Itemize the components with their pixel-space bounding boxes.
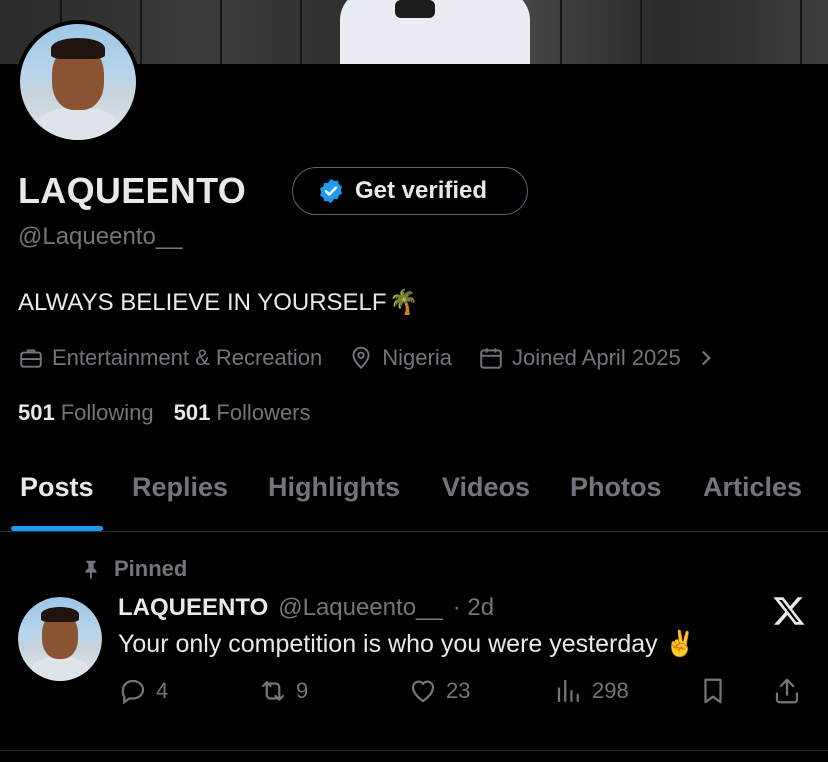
views-icon (557, 679, 579, 703)
following-link[interactable]: 501 Following (18, 400, 154, 426)
profile-bio: ALWAYS BELIEVE IN YOURSELF 🌴 (18, 288, 418, 317)
repost-button[interactable]: 9 (258, 676, 308, 706)
profile-joined[interactable]: Joined April 2025 (478, 345, 681, 371)
profile-handle: @Laqueento__ (18, 223, 183, 250)
repost-icon (261, 681, 285, 701)
chevron-right-icon[interactable] (693, 345, 719, 371)
reply-count: 4 (156, 678, 169, 703)
bio-text: ALWAYS BELIEVE IN YOURSELF (18, 288, 387, 316)
reply-icon (121, 679, 145, 705)
victory-hand-emoji: ✌️ (664, 630, 696, 658)
share-icon (775, 678, 799, 704)
reply-button[interactable]: 4 (118, 676, 168, 706)
post-header: LAQUEENTO @Laqueento__ · 2d (118, 594, 494, 622)
followers-link[interactable]: 501 Followers (174, 400, 311, 426)
profile-avatar[interactable] (16, 20, 140, 144)
post-body: Your only competition is who you were ye… (118, 630, 696, 659)
profile-display-name: LAQUEENTO (18, 170, 247, 211)
location-label: Nigeria (382, 345, 452, 370)
post-actions: 4 9 23 298 (118, 676, 808, 716)
like-button[interactable]: 23 (408, 676, 470, 706)
follow-stats: 501 Following 501 Followers (18, 400, 311, 426)
verified-badge-icon (320, 178, 342, 204)
category-label: Entertainment & Recreation (52, 345, 323, 370)
post-author-avatar[interactable] (18, 597, 102, 681)
location-pin-icon (352, 346, 370, 370)
tab-posts[interactable]: Posts (20, 472, 94, 503)
like-count: 23 (446, 678, 471, 703)
heart-icon (411, 680, 435, 703)
tab-photos[interactable]: Photos (570, 472, 662, 503)
share-button[interactable] (772, 676, 802, 706)
post-text: Your only competition is who you were ye… (118, 630, 658, 658)
repost-count: 9 (296, 678, 309, 703)
profile-meta: Entertainment & Recreation Nigeria Joine… (18, 340, 719, 376)
profile-location: Nigeria (348, 345, 452, 371)
post-divider (0, 750, 828, 751)
get-verified-label: Get verified (355, 177, 488, 204)
pin-icon (85, 560, 97, 580)
views-button[interactable]: 298 (554, 676, 629, 706)
tab-videos[interactable]: Videos (442, 472, 530, 503)
tab-highlights[interactable]: Highlights (268, 472, 400, 503)
get-verified-button[interactable]: Get verified (292, 167, 528, 215)
tab-replies[interactable]: Replies (132, 472, 228, 503)
x-logo-icon (773, 597, 805, 625)
joined-label: Joined April 2025 (511, 345, 681, 370)
bookmark-icon (704, 678, 722, 704)
tab-articles[interactable]: Articles (703, 472, 802, 503)
post-author-handle[interactable]: @Laqueento__ (278, 594, 443, 622)
post-timestamp[interactable]: · 2d (453, 594, 494, 622)
palm-tree-emoji: 🌴 (388, 289, 419, 316)
views-count: 298 (592, 678, 629, 703)
briefcase-icon (20, 349, 42, 368)
bookmark-button[interactable] (698, 676, 728, 706)
active-tab-indicator (11, 526, 103, 531)
profile-tabs: Posts Replies Highlights Videos Photos A… (0, 460, 828, 532)
calendar-icon (480, 348, 502, 369)
post-author-name[interactable]: LAQUEENTO (118, 594, 268, 622)
profile-category: Entertainment & Recreation (18, 345, 322, 371)
pinned-indicator: Pinned (80, 556, 187, 582)
pinned-label: Pinned (114, 556, 188, 581)
